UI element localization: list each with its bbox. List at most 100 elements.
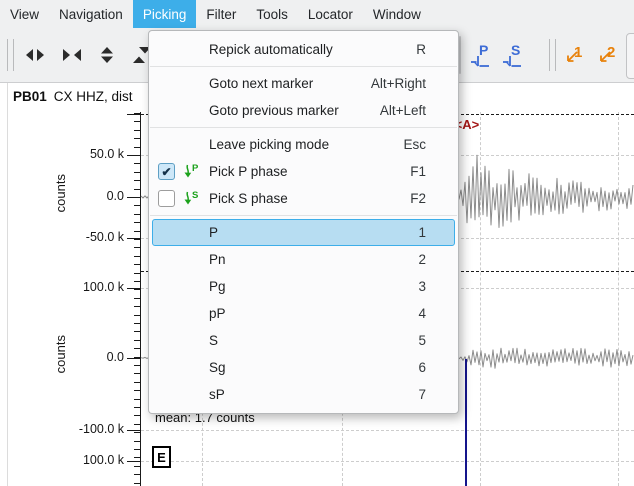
menu-item-shortcut: 2 — [418, 252, 426, 267]
profile-2-button[interactable]: 2 — [595, 40, 621, 70]
menu-icon-spacer — [181, 224, 201, 242]
tick-label: 0.0 — [106, 350, 124, 364]
time-marker-line[interactable] — [465, 359, 467, 486]
menu-item-shortcut: 4 — [418, 306, 426, 321]
picking-menu: Repick automatically R Goto next marker Alt… — [148, 30, 459, 414]
menu-icon-spacer — [181, 332, 201, 350]
menubar-item-picking[interactable]: Picking — [132, 0, 197, 28]
menu-separator — [150, 66, 457, 67]
menu-icon-spacer — [158, 332, 175, 349]
profile-1-button[interactable]: 1 — [562, 40, 588, 70]
menu-item-pg[interactable]: Pg 3 — [152, 273, 455, 300]
station-code: PB01 — [13, 89, 47, 104]
toolbar-drag-handle[interactable] — [7, 39, 14, 71]
menu-icon-spacer — [158, 75, 175, 92]
gridline-horizontal — [141, 461, 634, 462]
menu-item-label: P — [209, 225, 219, 240]
menu-icon-spacer — [158, 305, 175, 322]
menu-item-shortcut: Alt+Right — [370, 76, 426, 91]
menu-item-goto-next-marker[interactable]: Goto next marker Alt+Right — [152, 70, 455, 97]
menu-item-repick-automatically[interactable]: Repick automatically R — [152, 36, 455, 63]
menu-icon-spacer — [181, 136, 201, 154]
menu-icon-spacer — [181, 41, 201, 59]
menu-icon-spacer — [181, 75, 201, 93]
menu-item-pp[interactable]: pP 4 — [152, 300, 455, 327]
checkbox-unchecked-icon[interactable] — [158, 190, 175, 207]
toolbar-group-frame — [626, 33, 634, 79]
menu-icon-spacer — [158, 359, 175, 376]
menu-item-label: pP — [209, 306, 226, 321]
menu-icon-spacer — [158, 224, 175, 241]
compress-horizontal-button[interactable] — [59, 40, 85, 70]
expand-vertical-icon — [101, 47, 113, 63]
menu-item-label: sP — [209, 387, 225, 402]
tick-label: -50.0 k — [85, 230, 124, 244]
menu-item-shortcut: F2 — [410, 191, 426, 206]
pick-p-button[interactable]: P — [469, 40, 495, 70]
menu-icon-spacer — [181, 251, 201, 269]
expand-horizontal-icon — [26, 49, 44, 61]
tick-label: -100.0 k — [78, 422, 124, 436]
menu-separator — [150, 127, 457, 128]
menu-icon-spacer — [158, 41, 175, 58]
panel-border — [7, 83, 8, 486]
menubar-item-view[interactable]: View — [0, 0, 49, 28]
menu-item-pn[interactable]: Pn 2 — [152, 246, 455, 273]
menu-item-pick-s-phase[interactable]: S Pick S phase F2 — [152, 185, 455, 212]
pick-s-icon: S — [503, 42, 521, 67]
menu-item-leave-picking-mode[interactable]: Leave picking mode Esc — [152, 131, 455, 158]
svg-text:S: S — [511, 42, 520, 58]
tick-label: 100.0 k — [82, 453, 124, 467]
menu-item-shortcut: 5 — [418, 333, 426, 348]
compress-horizontal-icon — [63, 49, 81, 61]
expand-horizontal-button[interactable] — [22, 40, 48, 70]
menu-separator — [150, 215, 457, 216]
menu-item-label: Goto next marker — [209, 76, 314, 91]
profile-2-icon: 2 — [600, 44, 615, 62]
menu-item-label: S — [209, 333, 219, 348]
menubar-item-window[interactable]: Window — [363, 0, 431, 28]
expand-vertical-button[interactable] — [94, 40, 120, 70]
svg-text:P: P — [192, 163, 199, 174]
menu-icon-spacer — [181, 278, 201, 296]
checkbox-checked-icon[interactable]: ✔ — [158, 163, 175, 180]
menu-item-sp[interactable]: sP 7 — [152, 381, 455, 408]
menu-item-sg[interactable]: Sg 6 — [152, 354, 455, 381]
menu-icon-spacer — [181, 359, 201, 377]
menu-icon-spacer — [181, 305, 201, 323]
tick-label: 100.0 k — [82, 280, 124, 294]
menu-icon-spacer — [158, 386, 175, 403]
menu-item-label: Sg — [209, 360, 226, 375]
axis-ylabel: counts — [53, 174, 68, 213]
menu-item-goto-previous-marker[interactable]: Goto previous marker Alt+Left — [152, 97, 455, 124]
menubar: View Navigation Picking Filter Tools Locator W… — [0, 0, 634, 28]
menu-item-shortcut: 1 — [418, 225, 426, 240]
menubar-item-filter[interactable]: Filter — [196, 0, 246, 28]
marker-e[interactable]: E — [152, 446, 171, 468]
tick-label: 0.0 — [106, 189, 124, 203]
menu-icon-spacer — [181, 102, 201, 120]
menu-icon-spacer — [158, 136, 175, 153]
menu-item-shortcut: 7 — [418, 387, 426, 402]
pick-p-phase-icon: P — [181, 163, 201, 181]
menubar-item-locator[interactable]: Locator — [298, 0, 363, 28]
menu-item-p[interactable]: P1 — [152, 219, 455, 246]
menu-icon-spacer — [158, 251, 175, 268]
menu-item-s[interactable]: S5 — [152, 327, 455, 354]
menubar-item-navigation[interactable]: Navigation — [49, 0, 133, 28]
tick-label: 50.0 k — [89, 147, 124, 161]
toolbar-drag-handle[interactable] — [549, 39, 556, 71]
menu-item-shortcut: Esc — [403, 137, 426, 152]
menu-item-shortcut: R — [416, 42, 426, 57]
station-label: PB01 CX HHZ, dist — [13, 89, 133, 104]
profile-1-icon: 1 — [567, 44, 582, 62]
menu-item-pick-p-phase[interactable]: ✔ P Pick P phase F1 — [152, 158, 455, 185]
menu-icon-spacer — [181, 386, 201, 404]
svg-text:P: P — [479, 42, 488, 58]
pick-s-button[interactable]: S — [501, 40, 527, 70]
menu-item-label: Pick P phase — [209, 164, 288, 179]
menubar-item-tools[interactable]: Tools — [246, 0, 298, 28]
menu-icon-spacer — [158, 278, 175, 295]
pick-s-phase-icon: S — [181, 190, 201, 208]
menu-item-label: Goto previous marker — [209, 103, 339, 118]
